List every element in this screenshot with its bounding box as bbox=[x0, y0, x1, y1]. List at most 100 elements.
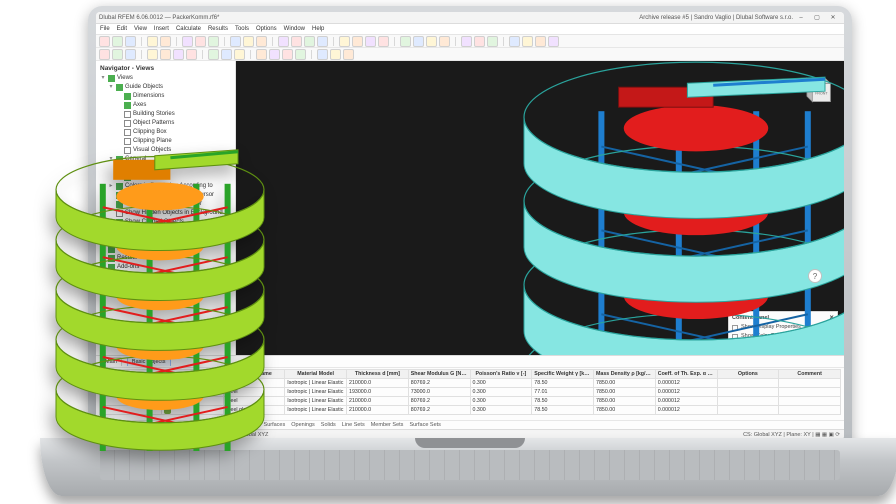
table-cell[interactable]: 78.50 bbox=[532, 406, 594, 415]
table-cell[interactable]: 0.000012 bbox=[655, 388, 717, 397]
table-cell[interactable] bbox=[779, 397, 841, 406]
menu-results[interactable]: Results bbox=[208, 26, 228, 32]
window-minimize-button[interactable]: – bbox=[793, 15, 809, 21]
table-cell[interactable]: 80769.2 bbox=[408, 397, 470, 406]
table-cell[interactable]: 7850.00 bbox=[594, 379, 656, 388]
table-cell[interactable]: 80769.2 bbox=[408, 379, 470, 388]
table-cell[interactable]: 0.000012 bbox=[655, 406, 717, 415]
menu-help[interactable]: Help bbox=[312, 26, 324, 32]
table-cell[interactable]: Isotropic | Linear Elastic bbox=[285, 406, 347, 415]
toolbar-mesh-button[interactable] bbox=[230, 36, 241, 47]
toolbar-save-button[interactable] bbox=[125, 36, 136, 47]
table-cell[interactable] bbox=[717, 379, 779, 388]
table-cell[interactable]: 0.300 bbox=[470, 406, 532, 415]
table-cell[interactable]: 0.000012 bbox=[655, 379, 717, 388]
toolbar-tag-button[interactable] bbox=[343, 49, 354, 60]
col-header[interactable]: Comment bbox=[779, 370, 841, 379]
table-cell[interactable]: 73000.0 bbox=[408, 388, 470, 397]
tree-checkbox[interactable] bbox=[124, 93, 131, 100]
toolbar-hide-button[interactable] bbox=[112, 49, 123, 60]
toolbar-pan-button[interactable] bbox=[426, 36, 437, 47]
col-header[interactable]: Poisson's Ratio ν [-] bbox=[470, 370, 532, 379]
3d-viewport[interactable]: FRONT Content Panel ✕ Show Display Prope… bbox=[236, 61, 844, 355]
toolbar-load-button[interactable] bbox=[208, 49, 219, 60]
tree-checkbox[interactable] bbox=[108, 75, 115, 82]
table-cell[interactable]: 0.300 bbox=[470, 397, 532, 406]
toolbar-support-button[interactable] bbox=[256, 49, 267, 60]
table-cell[interactable]: 210000.0 bbox=[347, 406, 409, 415]
toolbar-calc-button[interactable] bbox=[243, 36, 254, 47]
tree-twisty-icon[interactable]: ▾ bbox=[100, 74, 106, 83]
menu-edit[interactable]: Edit bbox=[117, 26, 127, 32]
toolbar-undo-button[interactable] bbox=[147, 36, 158, 47]
tree-item[interactable]: ▾Guide Objects bbox=[98, 83, 233, 92]
window-close-button[interactable]: ✕ bbox=[825, 14, 841, 21]
help-bubble[interactable]: ? bbox=[808, 269, 822, 283]
menu-window[interactable]: Window bbox=[284, 26, 305, 32]
table-cell[interactable]: 7850.00 bbox=[594, 406, 656, 415]
menu-calculate[interactable]: Calculate bbox=[176, 26, 201, 32]
table-cell[interactable] bbox=[779, 379, 841, 388]
tree-item[interactable]: Dimensions bbox=[98, 92, 233, 101]
table-cell[interactable]: 7850.00 bbox=[594, 397, 656, 406]
toolbar-units-button[interactable] bbox=[548, 36, 559, 47]
tree-item[interactable]: Clipping Box bbox=[98, 128, 233, 137]
col-header[interactable]: Thickness d [mm] bbox=[347, 370, 409, 379]
toolbar-member-button[interactable] bbox=[160, 49, 171, 60]
col-header[interactable]: Specific Weight γ [kN/m³] bbox=[532, 370, 594, 379]
tree-twisty-icon[interactable]: ▾ bbox=[108, 83, 114, 92]
toolbar-paste-button[interactable] bbox=[208, 36, 219, 47]
toolbar-new-button[interactable] bbox=[99, 36, 110, 47]
toolbar-cut-button[interactable] bbox=[182, 36, 193, 47]
menu-insert[interactable]: Insert bbox=[154, 26, 169, 32]
table-cell[interactable]: 78.50 bbox=[532, 379, 594, 388]
toolbar-results-button[interactable] bbox=[256, 36, 267, 47]
toolbar-scale-button[interactable] bbox=[317, 36, 328, 47]
menu-view[interactable]: View bbox=[134, 26, 147, 32]
table-cell[interactable] bbox=[717, 388, 779, 397]
toolbar-load-case-button[interactable] bbox=[221, 49, 232, 60]
table-cell[interactable]: 7850.00 bbox=[594, 388, 656, 397]
toolbar-view-iso-button[interactable] bbox=[339, 36, 350, 47]
table-cell[interactable]: 0.300 bbox=[470, 379, 532, 388]
toolbar-render-wire-button[interactable] bbox=[474, 36, 485, 47]
tree-item[interactable]: ▾Views bbox=[98, 74, 233, 83]
footer-tab-openings[interactable]: Openings bbox=[291, 422, 315, 428]
table-cell[interactable]: 77.01 bbox=[532, 388, 594, 397]
toolbar-filter-button[interactable] bbox=[99, 49, 110, 60]
toolbar-txt-button[interactable] bbox=[317, 49, 328, 60]
col-header[interactable]: Shear Modulus G [N/mm²] bbox=[408, 370, 470, 379]
table-cell[interactable] bbox=[717, 406, 779, 415]
toolbar-grid-button[interactable] bbox=[509, 36, 520, 47]
tree-checkbox[interactable] bbox=[124, 102, 131, 109]
toolbar-move-button[interactable] bbox=[291, 36, 302, 47]
window-maximize-button[interactable]: ▢ bbox=[809, 14, 825, 21]
tree-checkbox[interactable] bbox=[116, 84, 123, 91]
toolbar-hinge-button[interactable] bbox=[269, 49, 280, 60]
toolbar-solid-button[interactable] bbox=[186, 49, 197, 60]
tree-item[interactable]: Building Stories bbox=[98, 110, 233, 119]
menu-options[interactable]: Options bbox=[256, 26, 277, 32]
toolbar-combo-button[interactable] bbox=[234, 49, 245, 60]
tree-checkbox[interactable] bbox=[124, 138, 131, 145]
toolbar-orbit-button[interactable] bbox=[439, 36, 450, 47]
tree-checkbox[interactable] bbox=[124, 120, 131, 127]
table-cell[interactable] bbox=[717, 397, 779, 406]
menu-file[interactable]: File bbox=[100, 26, 110, 32]
table-cell[interactable]: 210000.0 bbox=[347, 397, 409, 406]
footer-tab-solids[interactable]: Solids bbox=[321, 422, 336, 428]
col-header[interactable]: Material Model bbox=[285, 370, 347, 379]
tree-checkbox[interactable] bbox=[124, 129, 131, 136]
toolbar-section-button[interactable] bbox=[295, 49, 306, 60]
tree-item[interactable]: Axes bbox=[98, 101, 233, 110]
toolbar-open-button[interactable] bbox=[112, 36, 123, 47]
toolbar-material-button[interactable] bbox=[282, 49, 293, 60]
table-cell[interactable]: 0.300 bbox=[470, 388, 532, 397]
footer-tab-surface-sets[interactable]: Surface Sets bbox=[409, 422, 441, 428]
tree-item[interactable]: Object Patterns bbox=[98, 119, 233, 128]
toolbar-sel-button[interactable] bbox=[278, 36, 289, 47]
menu-tools[interactable]: Tools bbox=[235, 26, 249, 32]
table-cell[interactable]: 78.50 bbox=[532, 397, 594, 406]
toolbar-surface-button[interactable] bbox=[173, 49, 184, 60]
table-cell[interactable]: Isotropic | Linear Elastic bbox=[285, 397, 347, 406]
